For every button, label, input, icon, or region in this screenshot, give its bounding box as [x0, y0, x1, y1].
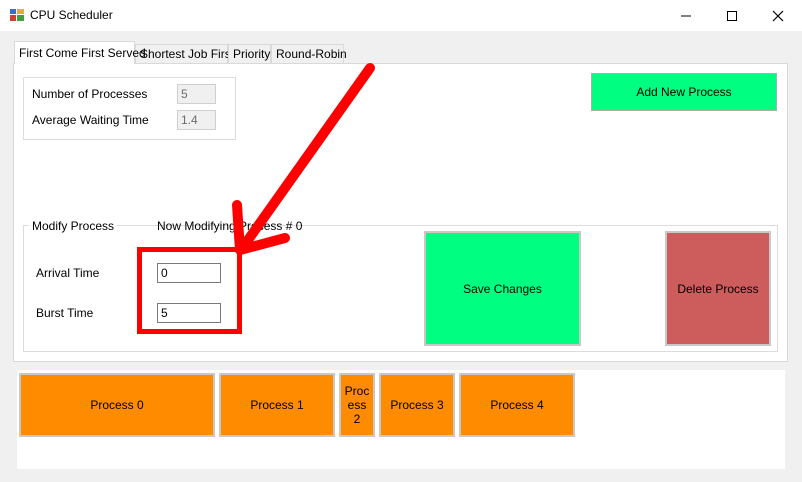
annotation-arrow-icon — [232, 63, 375, 255]
tab-fcfs[interactable]: First Come First Served — [14, 41, 146, 64]
